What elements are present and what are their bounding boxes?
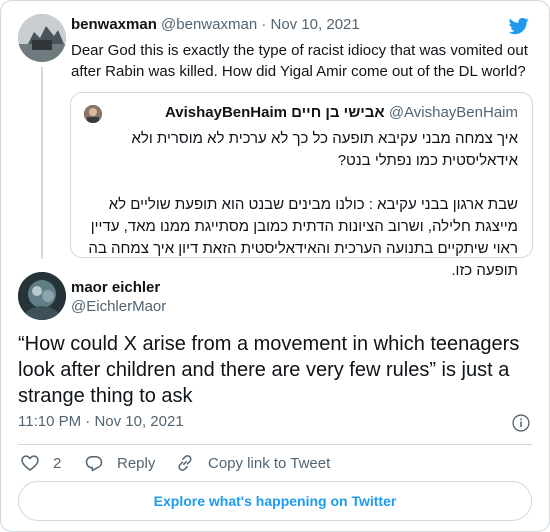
handle[interactable]: @benwaxman [161, 16, 257, 33]
quoted-tweet[interactable]: AvishayBenHaim אבישי בן חיים @AvishayBen… [70, 92, 533, 279]
like-count: 2 [53, 454, 62, 472]
divider [18, 444, 532, 445]
info-icon[interactable] [511, 413, 531, 433]
thread-line [41, 67, 43, 259]
display-name[interactable]: benwaxman [71, 16, 157, 33]
quoted-tweet-header: AvishayBenHaim אבישי בן חיים @AvishayBen… [165, 104, 518, 121]
avatar[interactable] [18, 272, 66, 320]
tweet-actions: 2 Reply Copy link to Tweet [18, 453, 538, 477]
display-name[interactable]: AvishayBenHaim אבישי בן חיים [165, 104, 385, 121]
handle[interactable]: @AvishayBenHaim [389, 104, 518, 121]
reply-button[interactable]: Reply [84, 453, 155, 473]
heart-icon [21, 455, 39, 471]
tweet-date[interactable]: Nov 10, 2021 [94, 413, 183, 430]
copy-link-label: Copy link to Tweet [208, 454, 331, 472]
avatar[interactable] [18, 14, 66, 62]
copy-link-button[interactable]: Copy link to Tweet [175, 453, 330, 473]
tweet-time[interactable]: 11:10 PM [18, 413, 81, 430]
parent-tweet-header: benwaxman @benwaxman · Nov 10, 2021 [71, 16, 360, 33]
quoted-tweet-text: איך צמחה מבני עקיבא תופעה כל כך לא ערכית… [85, 128, 518, 282]
reply-label: Reply [117, 454, 156, 472]
tweet-timestamp[interactable]: 11:10 PM · Nov 10, 2021 [18, 413, 184, 430]
tweet-date[interactable]: Nov 10, 2021 [271, 16, 360, 33]
quoted-paragraph: שבת ארגון בבני עקיבא : כולנו מבינים שבנט… [88, 196, 518, 279]
reply-icon [85, 456, 103, 472]
tweet-text: “How could X arise from a movement in wh… [18, 333, 520, 407]
explore-button[interactable]: Explore what's happening on Twitter [18, 481, 532, 521]
display-name[interactable]: maor eichler [71, 279, 160, 296]
quoted-paragraph: איך צמחה מבני עקיבא תופעה כל כך לא ערכית… [131, 130, 519, 169]
link-icon [178, 455, 192, 471]
tweet-embed-card: benwaxman @benwaxman · Nov 10, 2021 Dear… [0, 0, 550, 532]
tweet-text: Dear God this is exactly the type of rac… [71, 42, 528, 80]
separator: · [85, 413, 91, 430]
avatar[interactable] [84, 105, 102, 123]
parent-tweet[interactable]: benwaxman @benwaxman · Nov 10, 2021 Dear… [1, 1, 549, 279]
separator: · [261, 16, 267, 33]
like-button[interactable]: 2 [20, 453, 61, 473]
twitter-bird-icon[interactable] [508, 16, 530, 36]
handle[interactable]: @EichlerMaor [71, 298, 166, 315]
